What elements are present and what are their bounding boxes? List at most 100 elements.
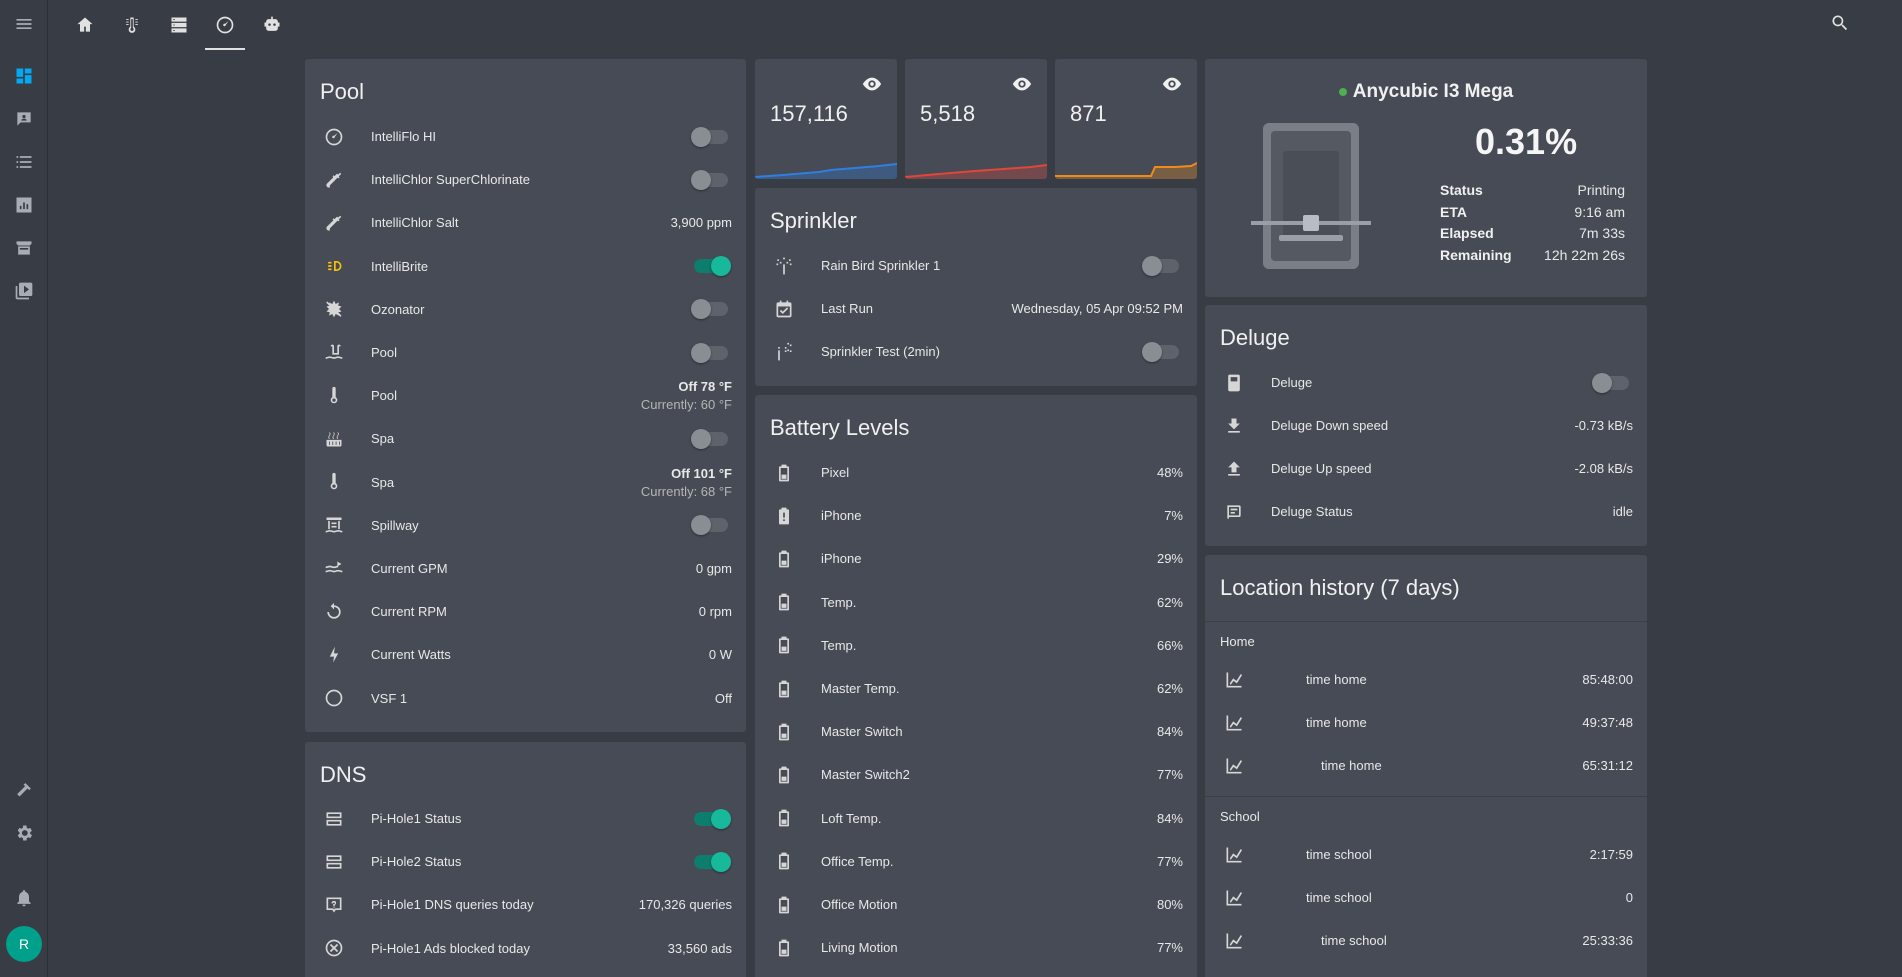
server-icon[interactable]: [165, 11, 193, 39]
pool-row-intelliflo-hi[interactable]: IntelliFlo HI: [305, 115, 746, 158]
stat-card-1[interactable]: 157,116: [755, 59, 897, 179]
deluge-row-deluge-status[interactable]: Deluge Status idle: [1205, 490, 1647, 533]
battery-row-office-motion[interactable]: Office Motion 80%: [755, 883, 1197, 926]
search-icon[interactable]: [1830, 13, 1854, 37]
toggle-knob: [691, 169, 711, 190]
hacs-icon[interactable]: [12, 236, 36, 260]
developer-tools-icon[interactable]: [12, 778, 36, 802]
dns-row-pi-hole1-dns-queries-today[interactable]: Pi-Hole1 DNS queries today 170,326 querie…: [305, 883, 746, 926]
sprinkler-row-last-run[interactable]: Last Run Wednesday, 05 Apr 09:52 PM: [755, 287, 1197, 330]
sprinkler-row-rain-bird-sprinkler-1[interactable]: Rain Bird Sprinkler 1: [755, 244, 1197, 287]
status-icon: [1222, 500, 1246, 524]
toggle-switch[interactable]: [691, 342, 728, 363]
sprinkler-row-sprinkler-test-2min[interactable]: Sprinkler Test (2min): [755, 330, 1197, 373]
divider: [1205, 621, 1647, 622]
toggle-switch[interactable]: [1142, 255, 1179, 276]
history-icon[interactable]: [12, 193, 36, 217]
pool-row-pool[interactable]: Pool Off 78 °F Currently: 60 °F: [305, 374, 746, 417]
toggle-switch[interactable]: [691, 428, 728, 449]
row-label: IntelliChlor Salt: [371, 215, 459, 231]
media-icon[interactable]: [12, 279, 36, 303]
toggle-switch[interactable]: [694, 851, 731, 872]
toggle-switch[interactable]: [691, 126, 728, 147]
upload-icon: [1222, 457, 1246, 481]
battery-row-temp[interactable]: Temp. 62%: [755, 581, 1197, 624]
pool-row-ozonator[interactable]: Ozonator: [305, 288, 746, 331]
toggle-switch[interactable]: [694, 256, 731, 277]
battery-row-living-motion[interactable]: Living Motion 77%: [755, 926, 1197, 969]
row-value: 33,560 ads: [667, 940, 732, 956]
location-row[interactable]: time school 25:33:36: [1205, 919, 1647, 962]
thermostat-icon[interactable]: [118, 11, 146, 39]
pool-row-intellibrite[interactable]: IntelliBrite: [305, 245, 746, 288]
location-row[interactable]: time school 2:17:59: [1205, 833, 1647, 876]
thermostat-value[interactable]: Off 101 °F Currently: 68 °F: [641, 466, 732, 499]
pool-row-intellichlor-salt[interactable]: IntelliChlor Salt 3,900 ppm: [305, 201, 746, 244]
battery-row-master-temp[interactable]: Master Temp. 62%: [755, 667, 1197, 710]
row-value: 25:33:36: [1582, 933, 1633, 948]
group-label-school: School: [1220, 809, 1260, 824]
menu-icon[interactable]: [12, 12, 36, 36]
battery-row-office-temp[interactable]: Office Temp. 77%: [755, 840, 1197, 883]
location-row[interactable]: time home 85:48:00: [1205, 658, 1647, 701]
gauge-icon[interactable]: [205, 11, 245, 50]
printer-detail-elapsed: Elapsed 7m 33s: [1440, 225, 1625, 247]
robot-icon[interactable]: [258, 11, 286, 39]
toggle-switch[interactable]: [691, 299, 728, 320]
pool-row-spa[interactable]: Spa Off 101 °F Currently: 68 °F: [305, 461, 746, 504]
battery-row-loft-temp[interactable]: Loft Temp. 84%: [755, 797, 1197, 840]
pool-row-vsf-1[interactable]: VSF 1 Off: [305, 677, 746, 720]
setpoint: Off 101 °F: [671, 465, 732, 481]
home-icon[interactable]: [71, 11, 99, 39]
deluge-row-deluge[interactable]: Deluge: [1205, 361, 1647, 404]
toggle-switch[interactable]: [694, 808, 731, 829]
sidebar: R: [0, 0, 48, 977]
toggle-knob: [691, 342, 711, 363]
row-label: Sprinkler Test (2min): [821, 344, 940, 359]
pool-row-spillway[interactable]: Spillway: [305, 504, 746, 547]
map-icon[interactable]: [12, 107, 36, 131]
group-label-home: Home: [1220, 634, 1255, 649]
battery-row-temp[interactable]: Temp. 66%: [755, 624, 1197, 667]
toggle-switch[interactable]: [691, 169, 728, 190]
settings-icon[interactable]: [12, 821, 36, 845]
row-value: 66%: [1156, 637, 1183, 653]
pool-row-spa[interactable]: Spa: [305, 417, 746, 460]
pool-row-current-rpm[interactable]: Current RPM 0 rpm: [305, 590, 746, 633]
battery-row-iphone[interactable]: iPhone 7%: [755, 494, 1197, 537]
deluge-row-deluge-down-speed[interactable]: Deluge Down speed -0.73 kB/s: [1205, 404, 1647, 447]
pool-row-current-watts[interactable]: Current Watts 0 W: [305, 633, 746, 676]
dns-row-pi-hole1-ads-blocked-today[interactable]: Pi-Hole1 Ads blocked today 33,560 ads: [305, 927, 746, 970]
stat-card-2[interactable]: 5,518: [905, 59, 1047, 179]
stat-card-3[interactable]: 871: [1055, 59, 1197, 179]
server-icon: [322, 807, 346, 831]
battery-icon: [772, 590, 796, 614]
battery-row-master-switch[interactable]: Master Switch 84%: [755, 710, 1197, 753]
dns-row-pi-hole1-status[interactable]: Pi-Hole1 Status: [305, 797, 746, 840]
toggle-switch[interactable]: [1592, 372, 1629, 393]
pool-row-intellichlor-superchlorinate[interactable]: IntelliChlor SuperChlorinate: [305, 158, 746, 201]
battery-row-master-switch2[interactable]: Master Switch2 77%: [755, 753, 1197, 796]
logbook-icon[interactable]: [12, 150, 36, 174]
pool-card: Pool IntelliFlo HI IntelliChlor SuperChlo…: [305, 59, 746, 732]
location-row[interactable]: time home 65:31:12: [1205, 744, 1647, 787]
pool-row-current-gpm[interactable]: Current GPM 0 gpm: [305, 547, 746, 590]
row-value: 0 gpm: [695, 561, 732, 576]
dns-row-pi-hole2-status[interactable]: Pi-Hole2 Status: [305, 840, 746, 883]
location-row[interactable]: time school 0: [1205, 876, 1647, 919]
notifications-icon[interactable]: [12, 886, 36, 910]
deluge-row-deluge-up-speed[interactable]: Deluge Up speed -2.08 kB/s: [1205, 447, 1647, 490]
pool-row-pool[interactable]: Pool: [305, 331, 746, 374]
row-label: Pi-Hole1 Ads blocked today: [371, 940, 530, 956]
battery-row-iphone[interactable]: iPhone 29%: [755, 537, 1197, 580]
avatar[interactable]: R: [6, 926, 42, 962]
battery-icon: [772, 806, 796, 830]
toggle-switch[interactable]: [691, 515, 728, 536]
dashboard-icon[interactable]: [12, 64, 36, 88]
chart-line-icon: [1222, 711, 1246, 735]
toggle-switch[interactable]: [1142, 341, 1179, 362]
thermostat-value[interactable]: Off 78 °F Currently: 60 °F: [641, 379, 732, 412]
location-row[interactable]: time home 49:37:48: [1205, 701, 1647, 744]
stat-value: 157,116: [770, 101, 848, 126]
battery-row-pixel[interactable]: Pixel 48%: [755, 451, 1197, 494]
